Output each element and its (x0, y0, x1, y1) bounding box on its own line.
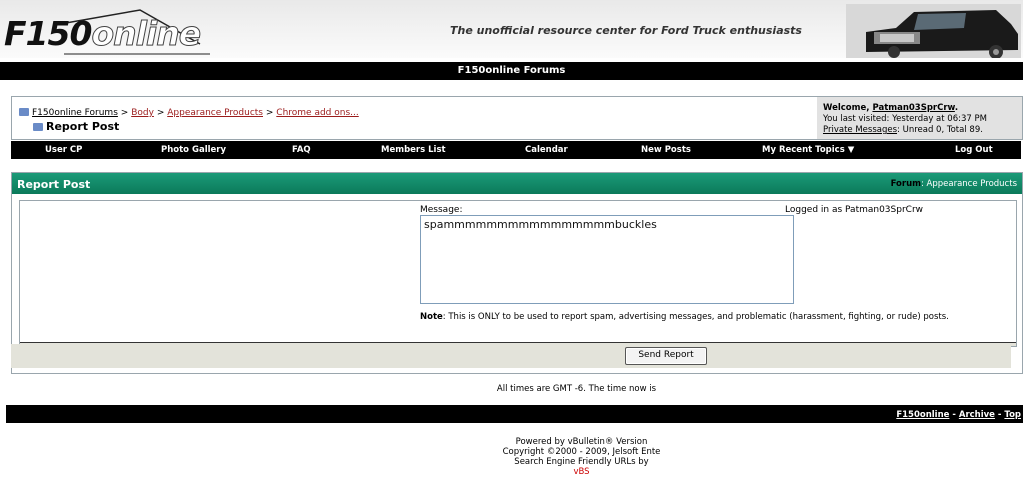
powered-line2: Copyright ©2000 - 2009, Jelsoft Ente (502, 447, 661, 457)
site-header: F150online The unofficial resource cente… (0, 0, 1023, 58)
footer-sep: - (949, 410, 959, 420)
private-messages-link[interactable]: Private Messages (823, 125, 897, 135)
message-textarea[interactable]: spammmmmmmmmmmmmmmmbuckles (420, 215, 794, 304)
vbseo-link[interactable]: vBS (140, 467, 1023, 477)
username-link[interactable]: Patman03SprCrw (872, 103, 954, 113)
footer-bar: F150online - Archive - Top (6, 405, 1023, 423)
nav-photo-gallery[interactable]: Photo Gallery (161, 145, 226, 155)
breadcrumb-sep: > (156, 108, 165, 118)
welcome-box: Welcome, Patman03SprCrw. You last visite… (817, 97, 1022, 139)
panel-header: Report Post Forum: Appearance Products (12, 173, 1022, 194)
send-report-button[interactable]: Send Report (625, 347, 707, 365)
page-title: Report Post (33, 120, 119, 133)
powered-by: Powered by vBulletin® Version Copyright … (0, 437, 1023, 477)
tagline-post: resource center for Ford Truck enthusias… (533, 24, 802, 37)
panel-forum: Forum: Appearance Products (891, 179, 1017, 189)
breadcrumb-chrome-add-ons[interactable]: Chrome add ons... (276, 108, 358, 118)
time-info: All times are GMT -6. The time now is (496, 384, 657, 394)
panel-title: Report Post (17, 178, 91, 191)
send-bar (11, 344, 1011, 368)
logo-sub: online (91, 14, 202, 54)
powered-line3: Search Engine Friendly URLs by vBS (140, 457, 1023, 477)
nav-new-posts[interactable]: New Posts (641, 145, 691, 155)
logo-main: F150 (4, 14, 92, 53)
nav-log-out[interactable]: Log Out (955, 145, 993, 155)
nav-my-recent-topics[interactable]: My Recent Topics ▼ (762, 145, 854, 155)
welcome-greeting: Welcome, (823, 103, 873, 113)
panel-form: Message: Logged in as Patman03SprCrw spa… (20, 201, 1016, 343)
breadcrumb-sep: > (265, 108, 274, 118)
forum-label: Forum (890, 179, 921, 189)
forum-title-bar: F150online Forums (0, 62, 1023, 80)
footer-archive-link[interactable]: Archive (959, 410, 995, 420)
footer-sep: - (994, 410, 1005, 420)
folder-icon (19, 108, 29, 116)
breadcrumb-appearance-products[interactable]: Appearance Products (167, 108, 263, 118)
note-text: : This is ONLY to be used to report spam… (442, 312, 949, 322)
nav-members-list[interactable]: Members List (381, 145, 446, 155)
site-logo[interactable]: F150online (4, 14, 202, 54)
forum-title: F150online Forums (457, 65, 566, 76)
footer-home-link[interactable]: F150online (896, 410, 949, 420)
breadcrumb-body[interactable]: Body (131, 108, 154, 118)
nav-user-cp[interactable]: User CP (45, 145, 82, 155)
footer-top-link[interactable]: Top (1004, 410, 1021, 420)
tagline-pre: The (450, 24, 477, 37)
powered-line3-pre: Search Engine Friendly URLs by (514, 457, 649, 467)
breadcrumb-box: F150online Forums > Body > Appearance Pr… (11, 96, 1023, 140)
last-visit: You last visited: Yesterday at 06:37 PM (823, 114, 987, 124)
breadcrumb-sep: > (120, 108, 129, 118)
page-title-text: Report Post (46, 120, 120, 133)
powered-line1: Powered by vBulletin® Version (515, 437, 648, 447)
report-note: Note: This is ONLY to be used to report … (420, 312, 980, 323)
nav-bar: User CP Photo Gallery FAQ Members List C… (11, 141, 1021, 159)
breadcrumb: F150online Forums > Body > Appearance Pr… (19, 108, 359, 118)
nav-faq[interactable]: FAQ (292, 145, 311, 155)
message-label: Message: (420, 205, 463, 215)
breadcrumb-home[interactable]: F150online Forums (32, 108, 118, 118)
forum-name: : Appearance Products (920, 179, 1017, 189)
footer-links: F150online - Archive - Top (896, 410, 1021, 420)
truck-image (846, 4, 1021, 58)
panel-body: Message: Logged in as Patman03SprCrw spa… (19, 200, 1017, 347)
tagline-bold: unofficial (476, 24, 534, 37)
note-label: Note (420, 312, 443, 322)
folder-open-icon (33, 123, 43, 131)
pm-status: : Unread 0, Total 89. (897, 125, 983, 135)
welcome-end: . (954, 103, 959, 113)
nav-calendar[interactable]: Calendar (525, 145, 568, 155)
site-tagline: The unofficial resource center for Ford … (450, 24, 802, 37)
logged-in-label: Logged in as Patman03SprCrw (785, 205, 924, 215)
